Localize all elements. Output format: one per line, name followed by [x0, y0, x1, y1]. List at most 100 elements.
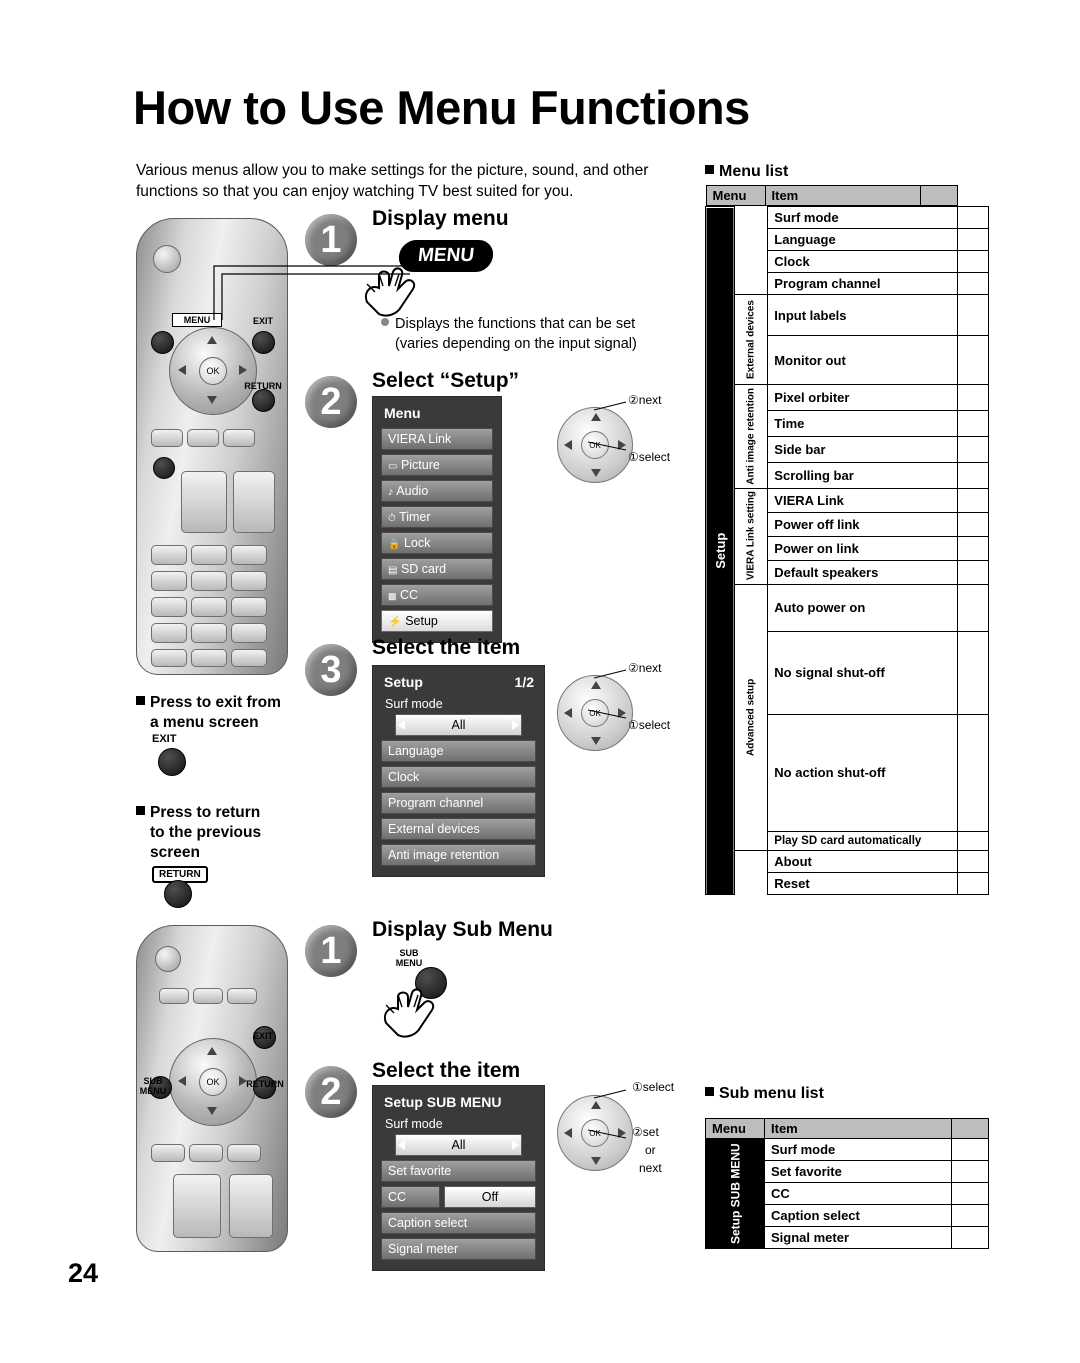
remote-button-r5c3[interactable] [231, 597, 267, 617]
remote-button-r7c3[interactable] [231, 649, 267, 667]
remote-button-r6c1[interactable] [151, 623, 187, 643]
remote-exit-button[interactable] [252, 331, 275, 354]
remote-button-top-1[interactable] [159, 988, 189, 1004]
remote-return-button[interactable] [252, 389, 275, 412]
sub-osd-item-signal-meter[interactable]: Signal meter [381, 1238, 536, 1260]
remote-volume-rocker[interactable] [181, 471, 227, 533]
nav-note-text: next [638, 661, 662, 675]
table-row: Setup SUB MENU Surf mode [705, 1138, 989, 1249]
return-button-graphic[interactable] [164, 880, 192, 908]
sub-osd-item-label: Signal meter [388, 1242, 459, 1256]
remote-button-r1c2[interactable] [187, 429, 219, 447]
remote-power-button-2[interactable] [155, 946, 181, 972]
remote2-button-r1c1[interactable] [151, 1144, 185, 1162]
remote-channel-rocker[interactable] [233, 471, 275, 533]
menu-list-ref [957, 461, 989, 489]
table-row: VIERA Link setting VIERA Link [706, 487, 989, 585]
menu-osd-item-timer[interactable]: ⏱ Timer [381, 506, 493, 528]
remote-ok-button-2[interactable]: OK [199, 1068, 227, 1096]
exit-button-graphic[interactable] [158, 748, 186, 776]
sub-menu-osd-title: Setup SUB MENU [384, 1094, 502, 1110]
sub-menu-list-item-surf-mode: Surf mode [764, 1138, 952, 1161]
sub-menu-list-ref [951, 1226, 989, 1249]
setup-osd-surf-mode-value[interactable]: All [395, 714, 522, 736]
setup-osd-title: Setup [384, 674, 423, 690]
step-number-sub-1: 1 [305, 925, 357, 977]
menu-osd-title: Menu [384, 405, 421, 421]
sub-osd-item-caption-select[interactable]: Caption select [381, 1212, 536, 1234]
nav-note-or: or [645, 1143, 656, 1157]
table-row: Anti image retention Pixel orbiter [706, 384, 989, 489]
menu-list-item-default-speakers: Default speakers [767, 559, 959, 585]
sub-key-line2: MENU [395, 958, 423, 968]
sub-menu-list-col-item: Item [764, 1118, 952, 1139]
remote-button-r6c2[interactable] [191, 623, 227, 643]
menu-osd-item-lock[interactable]: 🔒 Lock [381, 532, 493, 554]
remote-button-r1c3[interactable] [223, 429, 255, 447]
remote-button-r3c1[interactable] [151, 545, 187, 565]
menu-osd-item-sd-card[interactable]: ▤ SD card [381, 558, 493, 580]
setup-osd-item-anti-image-retention[interactable]: Anti image retention [381, 844, 536, 866]
remote-small-button[interactable] [153, 457, 175, 479]
remote-button-r4c2[interactable] [191, 571, 227, 591]
remote2-button-r1c3[interactable] [227, 1144, 261, 1162]
nav-down-arrow-icon [591, 469, 601, 477]
remote-menu-button[interactable] [151, 331, 174, 354]
step-number-2: 2 [305, 376, 357, 428]
remote-button-r4c1[interactable] [151, 571, 187, 591]
menu-list-ref [957, 535, 989, 561]
sub-osd-cc-value[interactable]: Off [444, 1186, 536, 1208]
nav-note-text: set [642, 1125, 659, 1139]
nav-note-select-sub: ①select [632, 1080, 674, 1094]
setup-osd-item-program-channel[interactable]: Program channel [381, 792, 536, 814]
remote-button-top-3[interactable] [227, 988, 257, 1004]
setup-osd-item-clock[interactable]: Clock [381, 766, 536, 788]
nav-note-number: ② [628, 661, 639, 675]
menu-osd-item-audio[interactable]: ♪ Audio [381, 480, 493, 502]
nav-note-number: ① [628, 718, 639, 732]
exit-key-label: EXIT [152, 733, 177, 745]
sub-osd-item-label: Set favorite [388, 1164, 452, 1178]
nav-down-arrow-icon [591, 737, 601, 745]
sub-osd-item-cc[interactable]: CC Off [381, 1186, 536, 1208]
setup-osd-item-label: Anti image retention [388, 848, 500, 862]
menu-osd-item-setup[interactable]: ⚡ Setup [381, 610, 493, 632]
remote2-volume-rocker[interactable] [173, 1174, 221, 1238]
setup-osd-item-label: Language [388, 744, 444, 758]
remote-button-r6c3[interactable] [231, 623, 267, 643]
menu-osd-item-cc[interactable]: ▩ CC [381, 584, 493, 606]
remote-button-r4c3[interactable] [231, 571, 267, 591]
sub-menu-list-item-cc: CC [764, 1182, 952, 1205]
nav-note-text: select [638, 718, 671, 732]
remote-button-r3c2[interactable] [191, 545, 227, 565]
setup-osd-item-external-devices[interactable]: External devices [381, 818, 536, 840]
remote2-channel-rocker[interactable] [229, 1174, 273, 1238]
lock-icon: 🔒 [388, 539, 401, 550]
remote-button-r1c1[interactable] [151, 429, 183, 447]
note-displays-functions: Displays the functions that can be set (… [381, 314, 675, 354]
setup-osd-item-language[interactable]: Language [381, 740, 536, 762]
remote-button-top-2[interactable] [193, 988, 223, 1004]
sub-osd-surf-mode-value[interactable]: All [395, 1134, 522, 1156]
bullet-square-icon [705, 165, 714, 174]
sub-osd-item-set-favorite[interactable]: Set favorite [381, 1160, 536, 1182]
menu-osd-item-label: SD card [400, 562, 447, 576]
menu-list-group-setup: Setup [705, 206, 735, 895]
spacer-cell [734, 229, 768, 251]
remote-button-r3c3[interactable] [231, 545, 267, 565]
remote-button-r5c1[interactable] [151, 597, 187, 617]
remote-power-button[interactable] [153, 245, 181, 273]
remote2-button-r1c2[interactable] [189, 1144, 223, 1162]
remote-button-r5c2[interactable] [191, 597, 227, 617]
note-exit-line2: a menu screen [150, 714, 259, 731]
menu-osd-item-picture[interactable]: ▭ Picture [381, 454, 493, 476]
menu-list-subgroup-advanced-setup: Advanced setup [734, 584, 768, 851]
sub-osd-cc-label: CC [381, 1186, 440, 1208]
menu-list-ref [957, 384, 989, 411]
dpad2-up-arrow-icon [207, 1047, 217, 1055]
remote-button-r7c2[interactable] [191, 649, 227, 667]
menu-osd-item-viera-link[interactable]: VIERA Link [381, 428, 493, 450]
remote-ok-button[interactable]: OK [199, 357, 227, 385]
remote-button-r7c1[interactable] [151, 649, 187, 667]
setup-osd-item-label: Clock [388, 770, 420, 784]
